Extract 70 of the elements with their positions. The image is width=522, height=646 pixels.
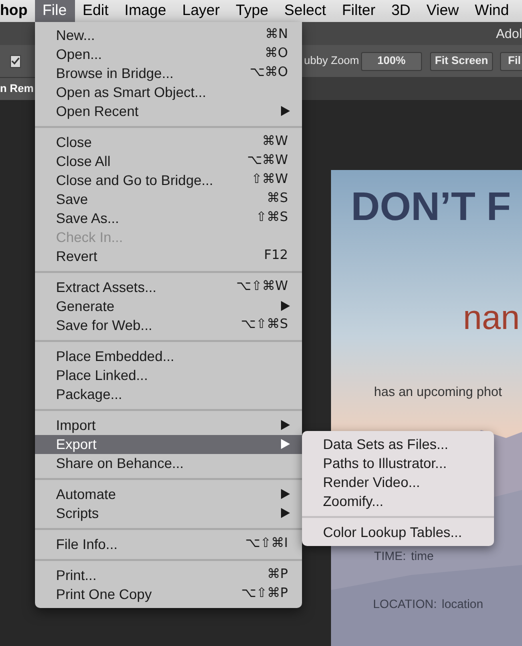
shortcut-label: ⌘P <box>267 566 289 584</box>
menu-item[interactable]: Import <box>35 416 302 434</box>
shortcut-label: ⌥⇧⌘P <box>241 585 289 604</box>
menu-item[interactable]: File Info... ⌥⇧⌘I <box>35 534 302 554</box>
menu-item[interactable]: Open Recent <box>35 102 302 120</box>
menu-item[interactable]: Open... ⌘O <box>35 44 302 64</box>
toolbar-button[interactable]: 100% <box>361 52 422 70</box>
time-label: TIME: <box>374 548 406 564</box>
menu-item[interactable]: Color Lookup Tables... <box>302 522 494 542</box>
shortcut-label: ⇧⌘W <box>251 171 289 190</box>
shortcut-label: F12 <box>264 247 289 266</box>
menu-bar-item[interactable]: Edit <box>74 0 117 22</box>
menu-item[interactable]: Export <box>35 434 302 454</box>
menu-bar-item[interactable]: hop <box>0 0 34 22</box>
shortcut-label: ⌥⌘O <box>250 64 289 82</box>
menu-item[interactable]: Print One Copy ⌥⇧⌘P <box>35 584 302 604</box>
menu-item[interactable]: Place Linked... <box>35 366 302 384</box>
menu-item[interactable]: Data Sets as Files... <box>302 434 494 454</box>
menu-item[interactable]: Zoomify... <box>302 492 494 510</box>
menu-item[interactable]: Render Video... <box>302 472 494 492</box>
shortcut-label: ⌘N <box>265 26 289 44</box>
shortcut-label: ⌥⇧⌘W <box>236 278 289 296</box>
menu-item[interactable]: Save As... ⇧⌘S <box>35 208 302 228</box>
name-text: nan <box>463 298 521 339</box>
menu-item[interactable]: Generate <box>35 296 302 316</box>
checkbox[interactable] <box>10 54 21 68</box>
shortcut-label: ⌘O <box>264 45 289 64</box>
menu-bar-item[interactable]: Filter <box>334 0 384 22</box>
menu-item[interactable]: Close ⌘W <box>35 132 302 152</box>
shortcut-label: ⌥⇧⌘S <box>240 316 289 334</box>
menu-item[interactable]: Print... ⌘P <box>35 566 302 584</box>
menu-bar-item[interactable]: Layer <box>174 0 228 22</box>
option-label: ubby Zoom <box>304 54 359 69</box>
menu-item[interactable]: Paths to Illustrator... <box>302 454 494 472</box>
location-value: location <box>442 596 484 612</box>
toolbar-button[interactable]: Fil <box>500 52 522 70</box>
menu-item[interactable]: Place Embedded... <box>35 346 302 366</box>
menu-item[interactable]: Share on Behance... <box>35 454 302 472</box>
shortcut-label: ⌥⌘W <box>247 152 289 170</box>
menu-bar-item[interactable]: Select <box>276 0 334 22</box>
menu-item[interactable]: Scripts <box>35 504 302 522</box>
shortcut-label: ⇧⌘S <box>256 209 289 228</box>
time-value: time <box>411 548 434 564</box>
menu-bar-item[interactable]: 3D <box>383 0 419 22</box>
shortcut-label: ⌥⇧⌘I <box>245 535 289 554</box>
menu-item[interactable]: Close and Go to Bridge... ⇧⌘W <box>35 170 302 190</box>
menu-bar-item[interactable]: View <box>418 0 467 22</box>
menu-bar-item[interactable]: File <box>34 0 75 22</box>
window-title: Adol <box>496 24 522 43</box>
menu-item[interactable]: Package... <box>35 384 302 404</box>
toolbar-button[interactable]: Fit Screen <box>430 52 493 70</box>
menu-item[interactable]: Automate <box>35 484 302 504</box>
menu-item[interactable]: Extract Assets... ⌥⇧⌘W <box>35 278 302 296</box>
subtitle-text: has an upcoming phot <box>374 383 503 401</box>
document-tab[interactable]: n Rem <box>0 78 37 100</box>
menu-item[interactable]: Close All ⌥⌘W <box>35 152 302 170</box>
shortcut-label: ⌘W <box>262 133 289 152</box>
menu-item[interactable]: Revert F12 <box>35 246 302 266</box>
location-label: LOCATION: <box>373 596 437 612</box>
menu-bar-item[interactable]: Image <box>116 0 174 22</box>
check-icon <box>11 57 20 65</box>
menu-bar-item[interactable]: Wind <box>466 0 517 22</box>
menu-bar-item[interactable]: Type <box>228 0 276 22</box>
menu-item[interactable]: New... ⌘N <box>35 26 302 44</box>
menu-item[interactable]: Open as Smart Object... <box>35 82 302 102</box>
menu-item[interactable]: Browse in Bridge... ⌥⌘O <box>35 64 302 82</box>
menu-item[interactable]: Save ⌘S <box>35 190 302 208</box>
headline: DON’T F <box>351 184 512 230</box>
menu-item[interactable]: Save for Web... ⌥⇧⌘S <box>35 316 302 334</box>
shortcut-label: ⌘S <box>266 190 289 208</box>
